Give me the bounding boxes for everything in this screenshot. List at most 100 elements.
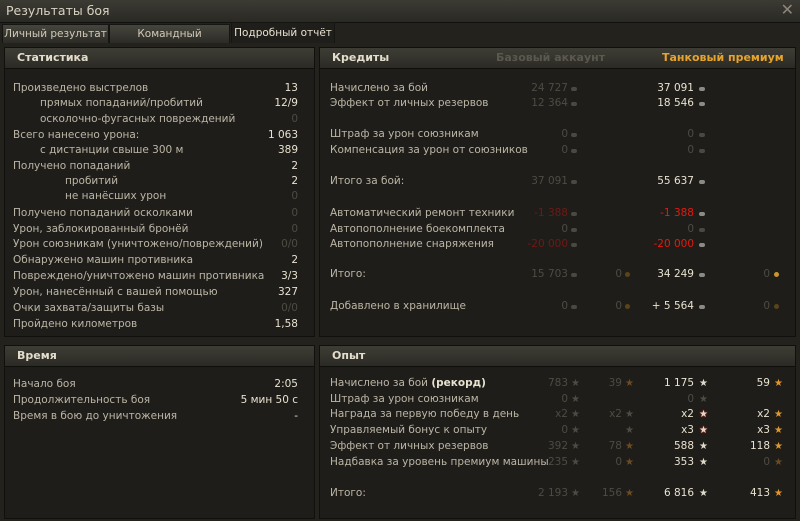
free-exp-icon: ★ bbox=[625, 488, 634, 499]
silver-coin-icon bbox=[699, 133, 705, 137]
stats-row-value: 0 bbox=[291, 190, 298, 202]
credits-row: Автоматический ремонт техники -1 388 -1 38… bbox=[330, 206, 790, 221]
stats-row: Всего нанесено урона: 1 063 bbox=[13, 128, 298, 143]
exp-row: Надбавка за уровень премиум машины 235 ★ 0 ★… bbox=[330, 455, 790, 470]
silver-coin-icon bbox=[571, 87, 577, 91]
free-exp-icon: ★ bbox=[774, 378, 783, 389]
premium-credits-value: 55 637 bbox=[657, 175, 694, 187]
premium-credits-value: 0 bbox=[687, 223, 694, 235]
silver-coin-icon bbox=[699, 212, 705, 216]
gold-coin-icon bbox=[625, 272, 630, 277]
premium-exp-value: 6 816 bbox=[663, 487, 694, 499]
stats-row: не нанёсших урон 0 bbox=[13, 189, 298, 204]
time-row-value: 2:05 bbox=[274, 378, 298, 390]
credits-row-label: Автопополнение снаряжения bbox=[330, 238, 494, 250]
premium-exp-value: x2 bbox=[681, 408, 694, 420]
exp-star-icon: ★ bbox=[699, 394, 708, 405]
basic-exp-value: 0 bbox=[561, 424, 568, 436]
free-exp-icon: ★ bbox=[774, 457, 783, 468]
stats-row-label: не нанёсших урон bbox=[65, 190, 167, 202]
exp-star-icon: ★ bbox=[571, 394, 580, 405]
free-exp-icon: ★ bbox=[625, 425, 634, 436]
stats-row-label: Получено попаданий осколками bbox=[13, 207, 193, 219]
credits-row: Эффект от личных резервов 12 364 18 546 bbox=[330, 96, 790, 111]
free-exp-icon: ★ bbox=[774, 409, 783, 420]
tab-team[interactable]: Командный результат bbox=[109, 24, 230, 59]
basic-gold-value: 0 bbox=[615, 300, 622, 312]
premium-free-exp-value: 413 bbox=[749, 487, 770, 499]
premium-exp-value: 1 175 bbox=[663, 377, 694, 389]
stats-row-value: 2 bbox=[291, 175, 298, 187]
exp-star-icon: ★ bbox=[571, 488, 580, 499]
basic-exp-value: 783 bbox=[547, 377, 568, 389]
exp-star-icon: ★ bbox=[571, 457, 580, 468]
exp-row-label: Штраф за урон союзникам bbox=[330, 392, 479, 407]
credits-row-label: Компенсация за урон от союзников bbox=[330, 144, 528, 156]
silver-coin-icon bbox=[699, 228, 705, 232]
stats-row-label: с дистанции свыше 300 м bbox=[40, 144, 184, 156]
exp-row-label-text: Штраф за урон союзникам bbox=[330, 393, 479, 405]
stats-row: Урон союзникам (уничтожено/повреждений) 0… bbox=[13, 237, 298, 252]
close-icon[interactable]: ✕ bbox=[781, 0, 794, 19]
exp-star-icon: ★ bbox=[699, 409, 708, 420]
exp-row-label-text: Эффект от личных резервов bbox=[330, 440, 489, 452]
time-row-label: Время в бою до уничтожения bbox=[13, 410, 178, 422]
basic-credits-value: -20 000 bbox=[527, 238, 568, 250]
exp-star-icon: ★ bbox=[699, 378, 708, 389]
exp-row-label: Итого: bbox=[330, 486, 366, 501]
silver-coin-icon bbox=[699, 305, 705, 309]
stats-row-label: осколочно-фугасных повреждений bbox=[40, 113, 236, 125]
basic-credits-value: 0 bbox=[561, 223, 568, 235]
credits-title: Кредиты bbox=[332, 51, 390, 64]
stats-row-label: Урон союзникам (уничтожено/повреждений) bbox=[13, 238, 263, 250]
exp-star-icon: ★ bbox=[571, 425, 580, 436]
credits-row: Начислено за бой 24 727 37 091 bbox=[330, 81, 790, 96]
gold-coin-icon bbox=[625, 304, 630, 309]
stats-row-value: 0 bbox=[291, 113, 298, 125]
credits-panel: Кредиты Базовый аккаунт Танковый премиум… bbox=[319, 47, 796, 337]
credits-row-label: Эффект от личных резервов bbox=[330, 97, 489, 109]
stats-row-value: 13 bbox=[284, 82, 298, 94]
stats-row: Урон, нанесённый с вашей помощью 327 bbox=[13, 285, 298, 300]
premium-credits-value: -1 388 bbox=[660, 207, 694, 219]
premium-credits-value: 0 bbox=[687, 144, 694, 156]
credits-row: Автопополнение снаряжения -20 000 -20 000 bbox=[330, 237, 790, 252]
exp-row-label-text: Награда за первую победу в день bbox=[330, 408, 520, 420]
silver-coin-icon bbox=[571, 133, 577, 137]
tab-detailed[interactable]: Подробный отчёт bbox=[231, 22, 335, 43]
exp-row-label-text: Итого: bbox=[330, 487, 366, 499]
silver-coin-icon bbox=[571, 228, 577, 232]
exp-row-label: Эффект от личных резервов bbox=[330, 439, 489, 454]
stats-row: Произведено выстрелов 13 bbox=[13, 81, 298, 96]
basic-free-exp-value: 156 bbox=[601, 487, 622, 499]
stats-row-value: 1 063 bbox=[267, 129, 298, 141]
credits-row-label: Штраф за урон союзникам bbox=[330, 128, 479, 140]
exp-star-icon: ★ bbox=[699, 425, 708, 436]
credits-row-label: Итого за бой: bbox=[330, 175, 405, 187]
premium-exp-value: 588 bbox=[673, 440, 694, 452]
exp-star-icon: ★ bbox=[571, 409, 580, 420]
stats-row: Очки захвата/защиты базы 0/0 bbox=[13, 301, 298, 316]
silver-coin-icon bbox=[571, 305, 577, 309]
exp-panel: Опыт Начислено за бой (рекорд) 783 ★ 39 ★ 1 1… bbox=[319, 345, 796, 519]
premium-free-exp-value: 0 bbox=[763, 456, 770, 468]
gold-coin-icon bbox=[774, 272, 779, 277]
tab-personal[interactable]: Личный результат bbox=[2, 24, 109, 43]
stats-row-value: 12/9 bbox=[274, 97, 298, 109]
stats-panel: Статистика Произведено выстрелов 13 прямых… bbox=[4, 47, 315, 337]
credits-row-label: Автоматический ремонт техники bbox=[330, 207, 515, 219]
basic-free-exp-value: 78 bbox=[608, 440, 622, 452]
silver-coin-icon bbox=[571, 102, 577, 106]
exp-row-label: Начислено за бой (рекорд) bbox=[330, 376, 486, 391]
stats-row-label: Повреждено/уничтожено машин противника bbox=[13, 270, 265, 282]
basic-free-exp-value: x2 bbox=[609, 408, 622, 420]
stats-row-label: пробитий bbox=[65, 175, 119, 187]
stats-row: пробитий 2 bbox=[13, 174, 298, 189]
exp-row-label: Награда за первую победу в день bbox=[330, 407, 519, 422]
premium-credits-value: 0 bbox=[687, 128, 694, 140]
title-bar: Результаты боя ✕ bbox=[0, 0, 800, 23]
premium-credits-value: + 5 564 bbox=[651, 300, 694, 312]
exp-title: Опыт bbox=[332, 349, 366, 362]
premium-free-exp-value: 118 bbox=[749, 440, 770, 452]
stats-row-label: Обнаружено машин противника bbox=[13, 254, 194, 266]
